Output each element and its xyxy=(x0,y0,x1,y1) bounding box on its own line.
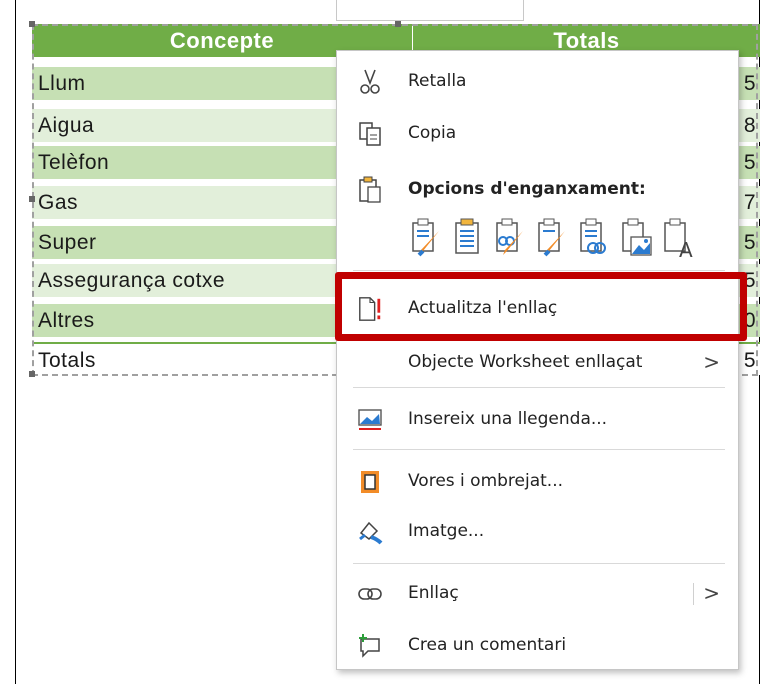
menu-item-label: Imatge... xyxy=(408,521,485,541)
menu-item-linked-worksheet-object[interactable]: Objecte Worksheet enllaçat > xyxy=(337,342,738,382)
chevron-right-icon[interactable]: > xyxy=(703,581,720,605)
menu-item-label: Opcions d'enganxament: xyxy=(408,179,646,199)
row-value: 5 xyxy=(743,151,756,174)
paste-picture-icon[interactable] xyxy=(619,217,653,259)
format-picture-icon xyxy=(357,519,383,545)
menu-item-paste-options: Opcions d'enganxament: xyxy=(337,169,738,209)
floating-box xyxy=(336,0,524,21)
menu-item-picture[interactable]: Imatge... xyxy=(337,511,738,551)
row-value: 5 xyxy=(743,349,756,372)
copy-icon xyxy=(357,121,383,147)
menu-item-label: Copia xyxy=(408,123,457,143)
paste-keep-source-formatting-icon[interactable] xyxy=(409,217,443,259)
menu-separator xyxy=(353,449,725,450)
menu-separator xyxy=(353,387,725,388)
menu-item-new-comment[interactable]: Crea un comentari xyxy=(337,625,738,665)
split-divider xyxy=(693,583,694,605)
new-comment-icon xyxy=(357,633,383,659)
highlight-annotation xyxy=(335,272,747,341)
menu-item-label: Objecte Worksheet enllaçat xyxy=(408,352,643,372)
menu-item-copy[interactable]: Copia xyxy=(337,113,738,153)
row-value: 5 xyxy=(743,72,756,95)
menu-item-link[interactable]: Enllaç > xyxy=(337,573,738,613)
paste-options-row: A xyxy=(409,217,739,262)
menu-item-borders-shading[interactable]: Vores i ombrejat... xyxy=(337,461,738,501)
menu-item-label: Insereix una llegenda... xyxy=(408,409,608,429)
paste-use-destination-styles-icon[interactable] xyxy=(451,217,485,259)
clipboard-icon xyxy=(357,176,383,203)
paste-embed-icon[interactable] xyxy=(577,217,611,259)
caption-icon xyxy=(357,407,383,433)
paste-text-only-icon[interactable]: A xyxy=(661,217,695,262)
menu-item-cut[interactable]: Retalla xyxy=(337,61,738,101)
page-border-left xyxy=(15,0,16,684)
menu-item-label: Enllaç xyxy=(408,583,459,603)
menu-separator xyxy=(353,563,725,564)
menu-item-label: Retalla xyxy=(408,71,467,91)
borders-shading-icon xyxy=(357,469,383,495)
chevron-right-icon: > xyxy=(703,350,720,374)
paste-link-use-destination-icon[interactable] xyxy=(535,217,569,259)
context-menu: Retalla Copia Opcions d'enganxament: A A… xyxy=(335,50,747,670)
resize-handle[interactable] xyxy=(29,21,35,27)
scissors-icon xyxy=(357,69,383,95)
svg-text:A: A xyxy=(679,238,693,259)
menu-item-insert-caption[interactable]: Insereix una llegenda... xyxy=(337,399,738,439)
row-value: 8 xyxy=(743,114,756,137)
menu-separator xyxy=(353,270,725,271)
menu-item-label: Crea un comentari xyxy=(408,635,567,655)
link-icon xyxy=(357,581,383,607)
row-value: 7 xyxy=(743,191,756,214)
resize-handle[interactable] xyxy=(395,21,401,27)
row-value: 5 xyxy=(743,231,756,254)
paste-link-keep-source-icon[interactable] xyxy=(493,217,527,259)
menu-item-label: Vores i ombrejat... xyxy=(408,471,564,491)
resize-handle[interactable] xyxy=(29,196,35,202)
resize-handle[interactable] xyxy=(29,371,35,377)
